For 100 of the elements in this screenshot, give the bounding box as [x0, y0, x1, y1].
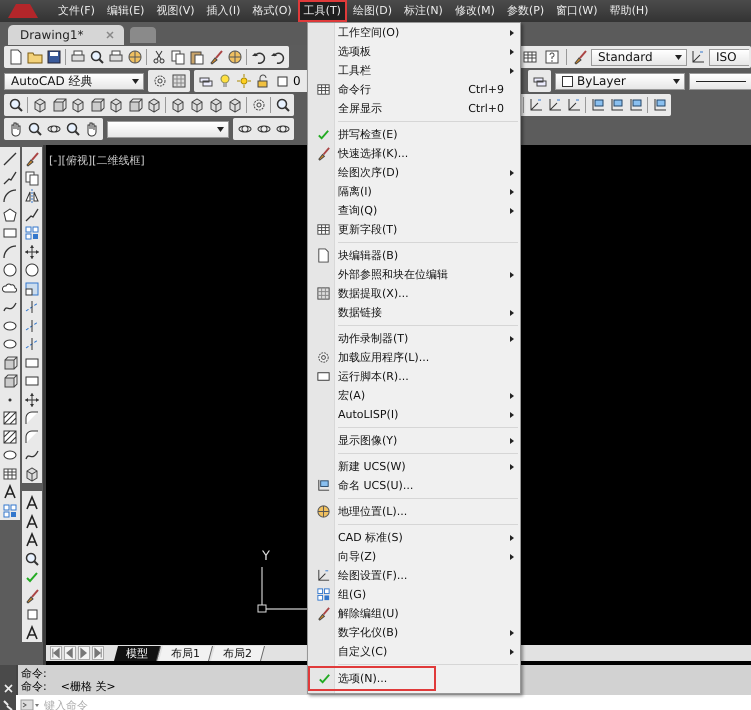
- box-icon[interactable]: [2, 354, 18, 371]
- ucs-icon[interactable]: [652, 97, 668, 113]
- box-icon[interactable]: [2, 373, 18, 390]
- hatch-icon[interactable]: [2, 428, 18, 445]
- menu-item[interactable]: 组(G): [308, 585, 520, 604]
- copy-icon[interactable]: [170, 49, 186, 65]
- color-dropdown[interactable]: ByLayer: [555, 72, 685, 90]
- menu-item[interactable]: 修改(M): [448, 0, 501, 22]
- navigation-arrow-icon[interactable]: [92, 646, 104, 660]
- command-prompt-icon[interactable]: [20, 699, 40, 710]
- cube-icon[interactable]: [70, 97, 86, 113]
- move-arrows-icon[interactable]: [24, 392, 40, 408]
- text-tool-icon[interactable]: [2, 484, 18, 500]
- menu-item[interactable]: 更新字段(T): [308, 220, 520, 239]
- menu-item[interactable]: AutoLISP(I): [308, 405, 520, 424]
- brush-icon[interactable]: [572, 49, 588, 65]
- cube-icon[interactable]: [108, 97, 124, 113]
- layout-tab[interactable]: 布局1: [159, 646, 213, 660]
- circle-icon[interactable]: [24, 262, 40, 278]
- trim-icon[interactable]: [24, 318, 40, 334]
- menu-item[interactable]: 显示图像(Y): [308, 431, 520, 450]
- menu-item[interactable]: 绘图次序(D): [308, 163, 520, 182]
- circle-icon[interactable]: [2, 262, 18, 278]
- menu-item[interactable]: 新建 UCS(W): [308, 457, 520, 476]
- magnifier-icon[interactable]: [24, 550, 40, 567]
- menu-item[interactable]: 向导(Z): [308, 547, 520, 566]
- text-tool-icon[interactable]: [24, 532, 40, 548]
- menu-item[interactable]: 窗口(W): [550, 0, 604, 22]
- menu-item[interactable]: 帮助(H): [604, 0, 654, 22]
- pentagon-icon[interactable]: [2, 206, 18, 223]
- menu-item[interactable]: 文件(F): [52, 0, 101, 22]
- grid-icon[interactable]: [170, 73, 186, 89]
- axes-icon[interactable]: [690, 49, 706, 65]
- array-icon[interactable]: [24, 225, 40, 242]
- gear-icon[interactable]: [250, 97, 266, 113]
- menu-item[interactable]: 选项(N)...: [308, 666, 436, 691]
- menu-item[interactable]: 数据提取(X)...: [308, 284, 520, 303]
- menu-item[interactable]: 标注(N): [398, 0, 449, 22]
- ucs-icon[interactable]: [628, 97, 644, 113]
- magnifier-icon[interactable]: [8, 97, 24, 113]
- menu-item[interactable]: 工具栏: [308, 61, 520, 80]
- menu-item[interactable]: 编辑(E): [100, 0, 150, 22]
- clipboard-icon[interactable]: [188, 49, 204, 65]
- menu-item[interactable]: 绘图(D): [346, 0, 398, 22]
- text-tool-icon[interactable]: [24, 624, 40, 641]
- box-icon[interactable]: [88, 97, 104, 113]
- menu-item[interactable]: 插入(I): [200, 0, 246, 22]
- menu-item[interactable]: 数字化仪(B): [308, 623, 520, 642]
- magnifier-icon[interactable]: [274, 97, 290, 113]
- cube-icon[interactable]: [24, 466, 40, 482]
- menu-item[interactable]: 全屏显示 Ctrl+0: [308, 99, 520, 118]
- fillet-icon[interactable]: [24, 410, 40, 426]
- arc-icon[interactable]: [2, 244, 18, 260]
- scale-icon[interactable]: [24, 280, 40, 297]
- menu-item[interactable]: 外部参照和块在位编辑: [308, 265, 520, 284]
- table-icon[interactable]: [522, 49, 538, 65]
- scissors-icon[interactable]: [150, 49, 166, 65]
- menu-item[interactable]: 数据链接: [308, 303, 520, 322]
- magnifier-icon[interactable]: [64, 121, 80, 137]
- menu-item[interactable]: 块编辑器(B): [308, 246, 520, 265]
- axes-icon[interactable]: [528, 97, 544, 113]
- navigation-arrow-icon[interactable]: [78, 646, 90, 660]
- menu-item[interactable]: 自定义(C): [308, 642, 520, 661]
- brush-icon[interactable]: [208, 49, 224, 65]
- globe-icon[interactable]: [126, 49, 142, 65]
- dimension-style-dropdown[interactable]: ISO: [709, 48, 749, 66]
- polyline-icon[interactable]: [24, 206, 40, 223]
- ucs-icon[interactable]: [590, 97, 606, 113]
- menu-item[interactable]: 选项板: [308, 42, 520, 61]
- linetype-dropdown[interactable]: [689, 72, 751, 90]
- brush-icon[interactable]: [24, 588, 40, 604]
- menu-item[interactable]: 快速选择(K)...: [308, 144, 520, 163]
- menu-item[interactable]: 宏(A): [308, 386, 520, 405]
- arc-icon[interactable]: [2, 188, 18, 204]
- cube-icon[interactable]: [32, 97, 48, 113]
- ucs-icon[interactable]: [608, 97, 624, 113]
- menu-item[interactable]: 加载应用程序(L)...: [308, 348, 520, 367]
- globe-icon[interactable]: [226, 49, 242, 65]
- menu-item[interactable]: 拼写检查(E): [308, 125, 520, 144]
- menu-item[interactable]: 视图(V): [150, 0, 201, 22]
- cube-icon[interactable]: [208, 97, 224, 113]
- view-dropdown[interactable]: [107, 120, 229, 138]
- help-icon[interactable]: [544, 49, 560, 65]
- box-icon[interactable]: [50, 97, 66, 113]
- document-tab[interactable]: Drawing1*: [8, 25, 124, 45]
- table-icon[interactable]: [2, 466, 18, 482]
- array-icon[interactable]: [2, 502, 18, 519]
- magnifier-icon[interactable]: [88, 49, 104, 65]
- page-icon[interactable]: [8, 49, 24, 65]
- menu-item[interactable]: CAD 标准(S): [308, 528, 520, 547]
- viewport-label[interactable]: [-][俯视][二维线框]: [49, 153, 145, 168]
- workspace-dropdown[interactable]: AutoCAD 经典: [4, 72, 144, 90]
- padlock-icon[interactable]: [254, 73, 270, 89]
- axes-icon[interactable]: [546, 97, 562, 113]
- menu-item[interactable]: 工作空间(O): [308, 23, 520, 42]
- text-tool-icon[interactable]: [24, 495, 40, 512]
- trim-icon[interactable]: [24, 299, 40, 316]
- menu-item[interactable]: 参数(P): [500, 0, 550, 22]
- copy-icon[interactable]: [24, 170, 40, 186]
- menu-item[interactable]: 工具(T): [298, 0, 347, 22]
